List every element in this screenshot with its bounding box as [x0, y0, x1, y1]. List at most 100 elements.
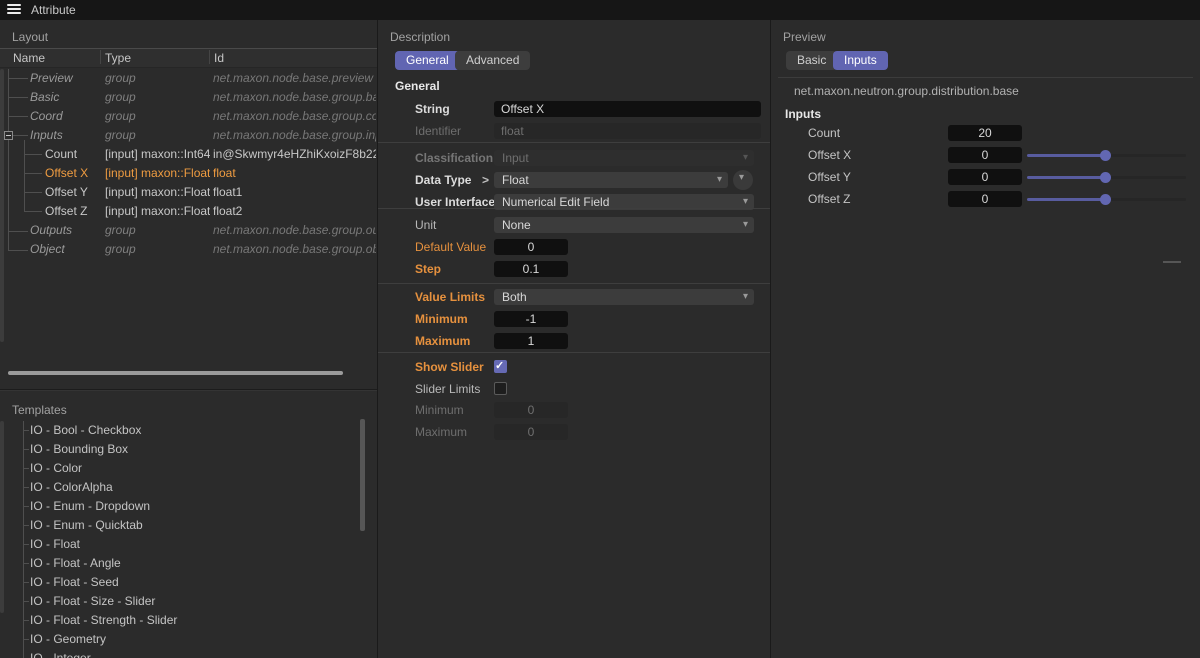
tree-item-name[interactable]: Offset Z [45, 202, 103, 221]
slider-knob[interactable] [1100, 172, 1111, 183]
column-header-id[interactable]: Id [214, 50, 224, 66]
tree-item-name[interactable]: Outputs [30, 221, 100, 240]
minimum-input[interactable]: -1 [494, 311, 568, 327]
template-item[interactable]: IO - Float [30, 535, 80, 554]
description-panel-header: Description [390, 30, 450, 44]
tree-connector [23, 639, 29, 640]
chevron-right-icon[interactable]: > [482, 172, 489, 188]
tree-item-name[interactable]: Basic [30, 88, 100, 107]
offset-x-input[interactable]: 0 [948, 147, 1022, 163]
tree-item-type: [input] maxon::Int64 [105, 145, 210, 164]
offset-y-slider[interactable] [1027, 169, 1186, 185]
field-label: Minimum [415, 402, 464, 418]
tree-item-name[interactable]: Count [45, 145, 103, 164]
template-item[interactable]: IO - Enum - Quicktab [30, 516, 143, 535]
template-item[interactable]: IO - Float - Angle [30, 554, 121, 573]
tree-item-name[interactable]: Offset X [45, 164, 103, 183]
slider-fill [1027, 176, 1103, 179]
description-panel: Description General Advanced General Str… [378, 20, 771, 658]
tree-item-name[interactable]: Object [30, 240, 100, 259]
field-label: Slider Limits [415, 381, 480, 397]
tab-inputs[interactable]: Inputs [833, 51, 888, 70]
slider-knob[interactable] [1100, 194, 1111, 205]
show-slider-checkbox[interactable]: ✓ [494, 360, 507, 373]
field-row-data-type: Data Type > Float ▾ ▾ [378, 172, 770, 189]
string-input[interactable]: Offset X [494, 101, 761, 117]
templates-list: IO - Bool - Checkbox IO - Bounding Box I… [0, 421, 377, 658]
tree-item-id: float [213, 164, 376, 183]
preview-row-offset-y: Offset Y 0 [771, 169, 1200, 186]
tree-connector [23, 421, 24, 658]
tree-item-id: net.maxon.node.base.group.object [213, 240, 376, 259]
template-item[interactable]: IO - Integer [30, 649, 91, 658]
slider-fill [1027, 154, 1103, 157]
dropdown-arrow-icon: ▾ [743, 150, 748, 166]
slider-limits-checkbox[interactable] [494, 382, 507, 395]
section-divider [378, 283, 770, 284]
preview-row-count: Count 20 [771, 125, 1200, 142]
tree-item-id: net.maxon.node.base.group.outputs [213, 221, 376, 240]
tree-vertical-scrollbar[interactable] [0, 69, 4, 342]
offset-x-slider[interactable] [1027, 147, 1186, 163]
layout-panel: Layout Name Type Id Preview group net.ma… [0, 20, 378, 658]
template-item[interactable]: IO - Float - Strength - Slider [30, 611, 177, 630]
template-item[interactable]: IO - ColorAlpha [30, 478, 113, 497]
field-label: Value Limits [415, 289, 485, 305]
value-limits-dropdown[interactable]: Both ▾ [494, 289, 754, 305]
offset-z-input[interactable]: 0 [948, 191, 1022, 207]
dropdown-arrow-icon: ▾ [717, 172, 722, 188]
data-type-options-button[interactable]: ▾ [733, 170, 753, 190]
step-input[interactable]: 0.1 [494, 261, 568, 277]
resize-handle[interactable] [1163, 261, 1181, 263]
template-item[interactable]: IO - Geometry [30, 630, 106, 649]
tree-item-type: group [105, 126, 210, 145]
preview-panel-header: Preview [783, 30, 826, 44]
titlebar: Attribute [0, 0, 1200, 20]
tree-item-id: net.maxon.node.base.preview [213, 69, 376, 88]
template-item[interactable]: IO - Bool - Checkbox [30, 421, 141, 440]
field-label: String [415, 101, 450, 117]
field-label: Unit [415, 217, 436, 233]
tree-item-name[interactable]: Offset Y [45, 183, 103, 202]
menu-icon[interactable] [7, 4, 21, 16]
tab-general[interactable]: General [395, 51, 460, 70]
template-item[interactable]: IO - Float - Size - Slider [30, 592, 155, 611]
section-divider [378, 208, 770, 209]
default-value-input[interactable]: 0 [494, 239, 568, 255]
template-item[interactable]: IO - Float - Seed [30, 573, 119, 592]
templates-vertical-scrollbar[interactable] [360, 419, 365, 531]
column-header-name[interactable]: Name [13, 50, 45, 66]
tree-item-name[interactable]: Preview [30, 69, 100, 88]
section-general: General [395, 79, 440, 93]
offset-y-input[interactable]: 0 [948, 169, 1022, 185]
tree-horizontal-scrollbar[interactable] [8, 371, 343, 375]
field-row-slider-minimum: Minimum 0 [378, 402, 770, 419]
column-header-type[interactable]: Type [105, 50, 131, 66]
field-row-unit: Unit None ▾ [378, 217, 770, 234]
tree-row-basic: Basic group net.maxon.node.base.group.ba… [0, 88, 377, 107]
column-separator[interactable] [100, 50, 101, 64]
tree-item-name[interactable]: Coord [30, 107, 100, 126]
tree-row-inputs: Inputs group net.maxon.node.base.group.i… [0, 126, 377, 145]
field-label: Offset Z [808, 191, 850, 207]
column-separator[interactable] [209, 50, 210, 64]
template-item[interactable]: IO - Color [30, 459, 82, 478]
window-title: Attribute [31, 3, 76, 17]
maximum-input[interactable]: 1 [494, 333, 568, 349]
unit-dropdown[interactable]: None ▾ [494, 217, 754, 233]
tree-item-name[interactable]: Inputs [30, 126, 100, 145]
tab-basic[interactable]: Basic [786, 51, 837, 70]
field-label: Maximum [415, 333, 470, 349]
tree-item-id: net.maxon.node.base.group.input [213, 126, 376, 145]
count-input[interactable]: 20 [948, 125, 1022, 141]
template-item[interactable]: IO - Bounding Box [30, 440, 128, 459]
field-label: Maximum [415, 424, 467, 440]
templates-header: Templates [12, 403, 67, 417]
slider-knob[interactable] [1100, 150, 1111, 161]
template-item[interactable]: IO - Enum - Dropdown [30, 497, 150, 516]
tab-advanced[interactable]: Advanced [455, 51, 530, 70]
offset-z-slider[interactable] [1027, 191, 1186, 207]
templates-left-scrollbar[interactable] [0, 421, 4, 613]
panel-divider [0, 390, 377, 391]
data-type-dropdown[interactable]: Float ▾ [494, 172, 728, 188]
